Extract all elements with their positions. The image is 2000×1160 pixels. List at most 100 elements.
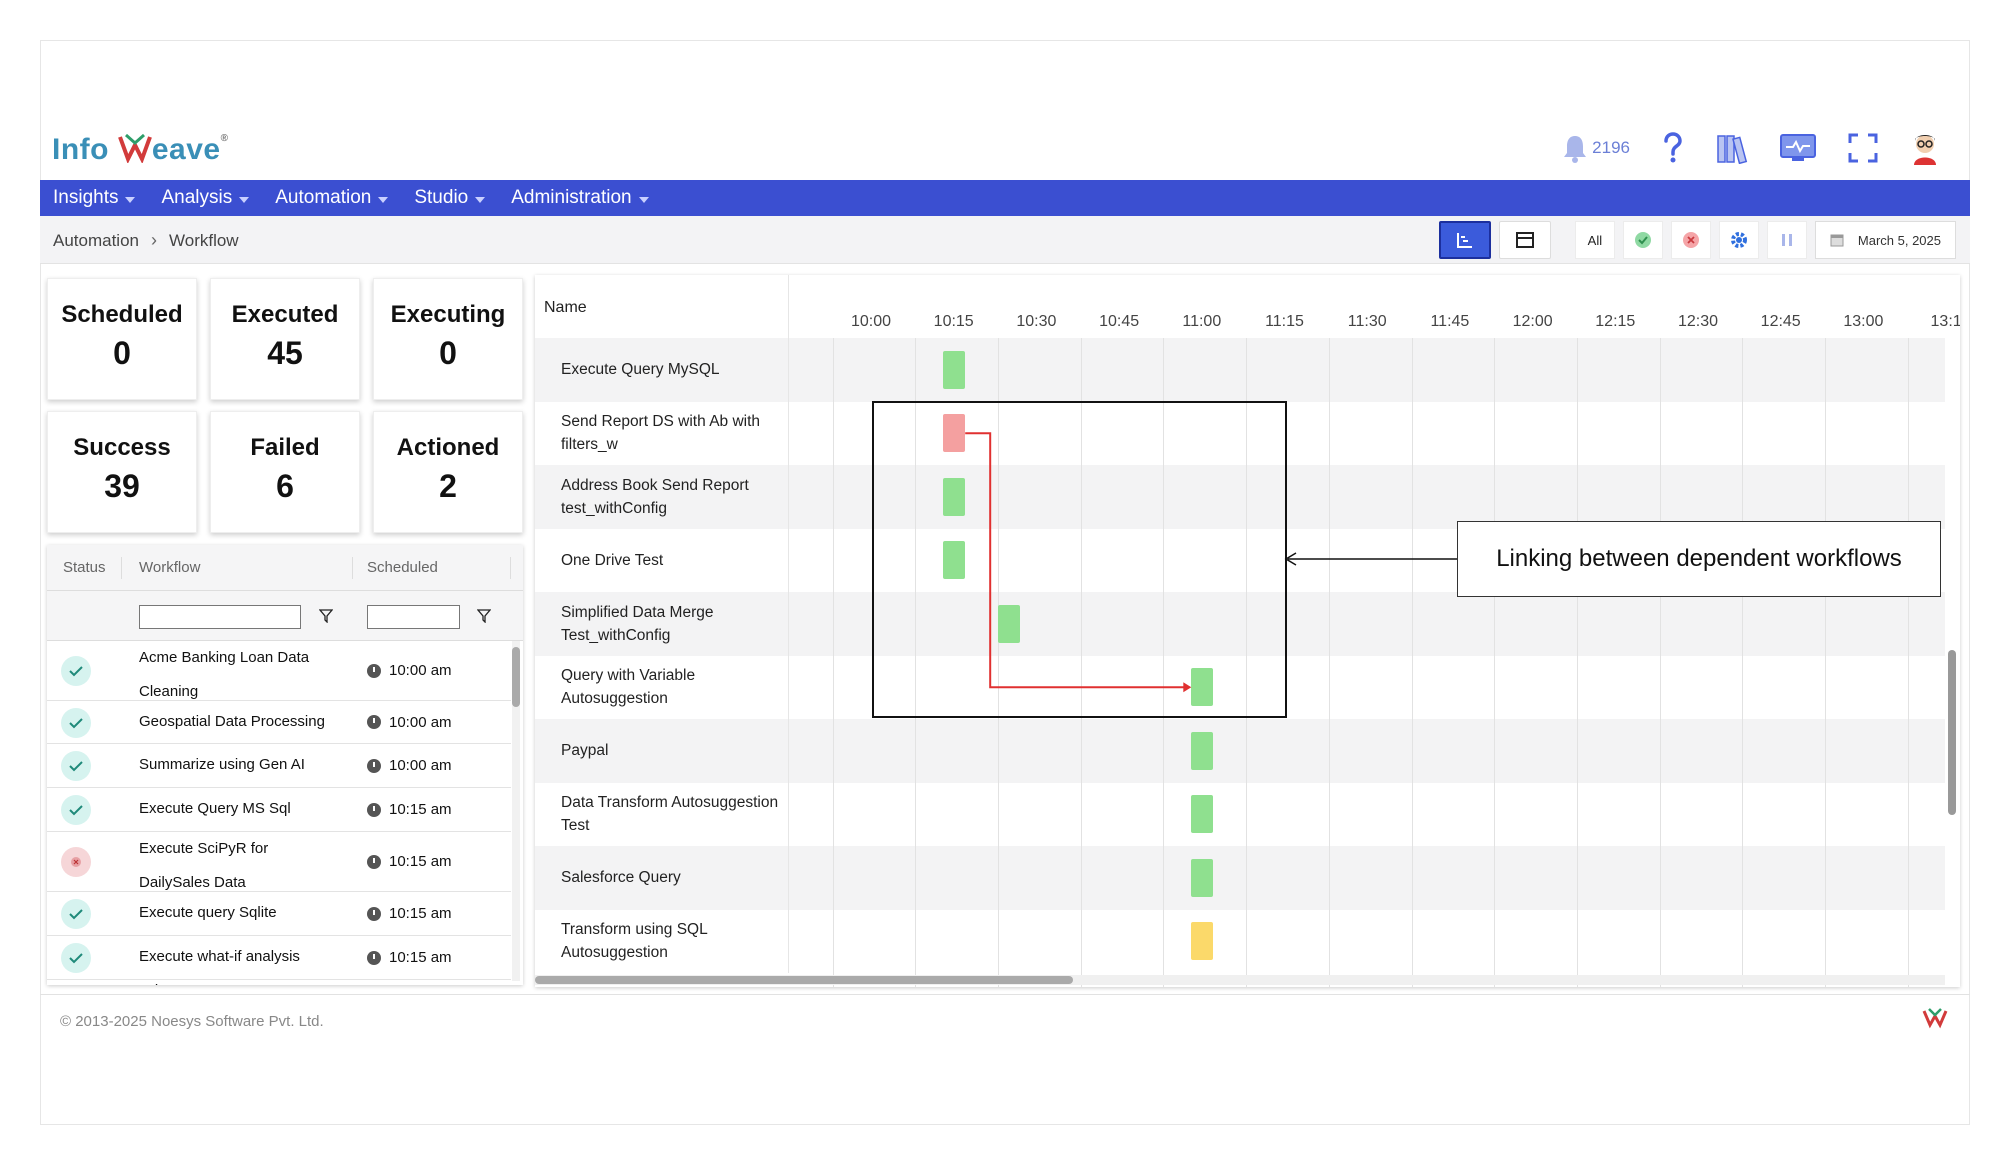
date-picker[interactable]: March 5, 2025 xyxy=(1814,221,1956,259)
gantt-chart: Name 10:00 10:15 10:30 10:45 11:00 11:15 11:30… xyxy=(535,275,1960,987)
filter-settings-button[interactable] xyxy=(1718,221,1759,259)
gantt-row[interactable]: Transform using SQL Autosuggestion xyxy=(535,909,1945,973)
gantt-bar-success[interactable] xyxy=(1191,795,1214,834)
table-row[interactable]: Summarize using Gen AI 10:00 am xyxy=(47,744,511,788)
time-tick-label: 11:15 xyxy=(1265,313,1304,330)
column-scheduled[interactable]: Scheduled xyxy=(367,559,438,576)
stat-card-scheduled[interactable]: Scheduled 0 xyxy=(47,278,197,400)
gantt-bar-success[interactable] xyxy=(1191,858,1214,897)
workflow-name: Execute SciPyR for DailySales Data xyxy=(139,840,269,891)
time-tick-label: 10:00 xyxy=(850,313,892,330)
stat-card-failed[interactable]: Failed 6 xyxy=(210,411,360,533)
monitor-button[interactable] xyxy=(1780,133,1816,163)
gantt-view-button[interactable] xyxy=(1438,221,1491,259)
gantt-workflow-name: Paypal xyxy=(561,742,609,760)
fullscreen-button[interactable] xyxy=(1848,133,1878,163)
clock-icon xyxy=(367,663,381,678)
gantt-time-axis: 10:00 10:15 10:30 10:45 11:00 11:15 11:30 11:45… xyxy=(789,275,1960,338)
footer-copyright: © 2013-2025 Noesys Software Pvt. Ltd. xyxy=(60,1013,324,1030)
gantt-bar-success[interactable] xyxy=(943,541,966,580)
stat-card-executing[interactable]: Executing 0 xyxy=(373,278,523,400)
workflow-table: Status Workflow Scheduled Acme Banking L… xyxy=(47,545,523,985)
view-toolbar: All March 5, 2025 xyxy=(1438,220,1956,260)
table-row[interactable]: Acme Banking Loan Data Cleaning 10:00 am xyxy=(47,641,511,701)
gantt-row[interactable]: Query with Variable Autosuggestion xyxy=(535,655,1945,719)
scheduled-time: 10:15 am xyxy=(367,949,452,966)
gantt-bar-success[interactable] xyxy=(1191,731,1214,770)
time-tick-label: 11:00 xyxy=(1182,313,1222,330)
scheduled-time: 10:00 am xyxy=(367,714,452,731)
time-tick-label: 11:45 xyxy=(1430,313,1470,330)
chart-icon xyxy=(1456,233,1472,248)
filter-failed-button[interactable] xyxy=(1670,221,1711,259)
pause-icon xyxy=(1781,234,1792,246)
gantt-horizontal-scrollbar[interactable] xyxy=(535,975,1945,985)
scrollbar-thumb[interactable] xyxy=(535,976,1073,984)
time-tick-label: 12:30 xyxy=(1677,313,1719,330)
notifications-button[interactable]: 2196 xyxy=(1562,133,1630,163)
table-filter-row xyxy=(47,591,523,641)
table-scrollbar[interactable] xyxy=(512,641,520,981)
table-icon xyxy=(1515,232,1534,248)
library-button[interactable] xyxy=(1716,132,1748,164)
column-workflow[interactable]: Workflow xyxy=(139,559,200,576)
table-row[interactable]: Execute SciPyR for DailySales Data 10:15 … xyxy=(47,832,511,892)
scrollbar-thumb[interactable] xyxy=(512,647,520,707)
table-row[interactable]: Execute what-if analysis sales 10:15 am xyxy=(47,936,511,985)
scrollbar-thumb[interactable] xyxy=(1948,650,1956,815)
table-row[interactable]: Execute Query MS Sql 10:15 am xyxy=(47,788,511,832)
filter-icon[interactable] xyxy=(319,609,333,623)
scheduled-filter-input[interactable] xyxy=(367,605,460,629)
time-tick-label: 10:45 xyxy=(1099,313,1140,330)
gantt-row[interactable]: Address Book Send Report test_withConfig xyxy=(535,465,1945,529)
gantt-row[interactable]: Simplified Data Merge Test_withConfig xyxy=(535,592,1945,656)
gantt-bar-success[interactable] xyxy=(1191,668,1214,707)
gantt-bar-success[interactable] xyxy=(943,477,966,516)
gantt-name-header: Name xyxy=(535,275,789,338)
gantt-row[interactable]: Send Report DS with Ab with filters_w xyxy=(535,401,1945,465)
nav-analysis[interactable]: Analysis xyxy=(161,187,250,209)
breadcrumb-automation[interactable]: Automation xyxy=(53,231,139,251)
gear-icon xyxy=(1730,232,1747,248)
nav-insights[interactable]: Insights xyxy=(53,187,136,209)
gantt-vertical-scrollbar[interactable] xyxy=(1948,275,1958,975)
stat-card-executed[interactable]: Executed 45 xyxy=(210,278,360,400)
filter-icon[interactable] xyxy=(477,609,491,623)
monitor-icon xyxy=(1780,134,1816,161)
filter-all-button[interactable]: All xyxy=(1574,221,1615,259)
nav-administration[interactable]: Administration xyxy=(511,187,649,209)
header-actions: 2196 xyxy=(1562,128,1940,168)
check-circle-icon xyxy=(1634,232,1651,248)
gantt-row[interactable]: Execute Query MySQL xyxy=(535,338,1945,402)
gantt-workflow-name: Transform using SQL Autosuggestion xyxy=(561,921,708,962)
scheduled-time: 10:15 am xyxy=(367,801,452,818)
gantt-bar-success[interactable] xyxy=(998,604,1021,643)
column-status[interactable]: Status xyxy=(63,559,106,576)
success-status-icon xyxy=(61,795,91,825)
clock-icon xyxy=(367,802,381,817)
nav-automation[interactable]: Automation xyxy=(275,187,389,209)
filter-success-button[interactable] xyxy=(1622,221,1663,259)
workflow-filter-input[interactable] xyxy=(139,605,301,629)
scheduled-time: 10:00 am xyxy=(367,662,452,679)
gantt-row[interactable]: Paypal xyxy=(535,719,1945,783)
gantt-workflow-name: Simplified Data Merge Test_withConfig xyxy=(561,603,714,644)
gantt-row[interactable]: Salesforce Query xyxy=(535,846,1945,910)
gantt-bar-warning[interactable] xyxy=(1191,922,1214,961)
help-button[interactable] xyxy=(1662,132,1684,164)
table-view-button[interactable] xyxy=(1498,221,1551,259)
stat-card-success[interactable]: Success 39 xyxy=(47,411,197,533)
gantt-bar-failed[interactable] xyxy=(943,414,966,453)
table-row[interactable]: Geospatial Data Processing 10:00 am xyxy=(47,701,511,744)
table-row[interactable]: Execute query Sqlite 10:15 am xyxy=(47,892,511,936)
filter-paused-button[interactable] xyxy=(1766,221,1807,259)
gantt-row[interactable]: Data Transform Autosuggestion Test xyxy=(535,782,1945,846)
nav-studio[interactable]: Studio xyxy=(414,187,486,209)
user-avatar[interactable] xyxy=(1910,131,1940,165)
gantt-bar-success[interactable] xyxy=(943,350,966,389)
infoveave-logo[interactable]: Info eave® xyxy=(52,130,228,170)
footer-logo-icon xyxy=(1922,1007,1948,1034)
main-nav: Insights Analysis Automation Studio Admi… xyxy=(40,180,1970,216)
caret-down-icon xyxy=(475,196,486,203)
stat-card-actioned[interactable]: Actioned 2 xyxy=(373,411,523,533)
